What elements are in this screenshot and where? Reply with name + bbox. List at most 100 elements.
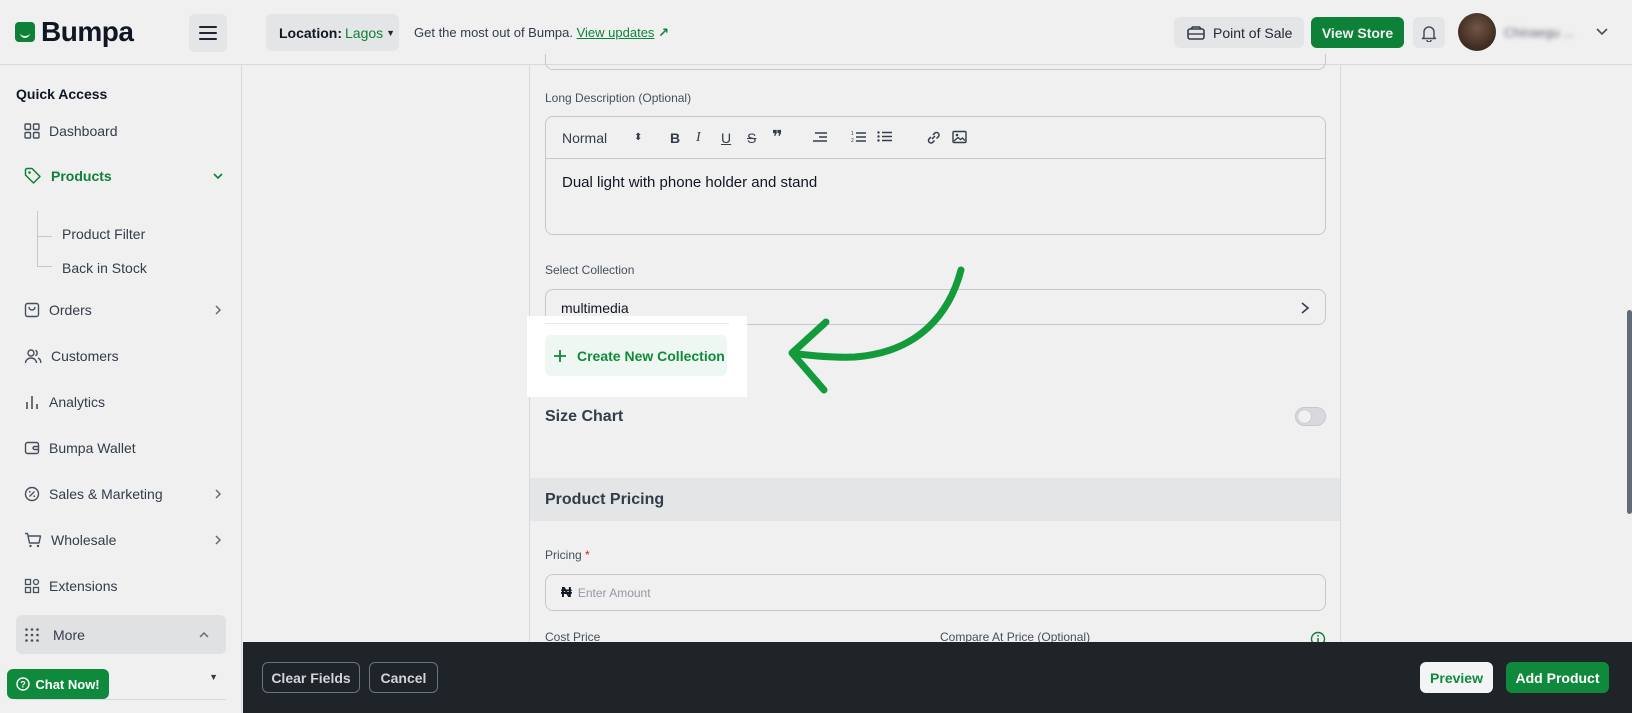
location-selector[interactable]: Location: Lagos ▼: [266, 14, 399, 51]
sidebar-item-label: Bumpa Wallet: [49, 440, 136, 456]
grid-dots-icon: [25, 628, 39, 642]
location-value: Lagos: [345, 24, 384, 41]
chevron-right-icon: [215, 489, 222, 499]
required-mark: *: [585, 548, 590, 562]
long-description-label: Long Description (Optional): [545, 91, 692, 105]
size-chart-label: Size Chart: [545, 408, 624, 425]
avatar[interactable]: [1458, 13, 1496, 51]
italic-icon[interactable]: I: [696, 130, 701, 146]
sidebar-item-extensions[interactable]: Extensions: [24, 574, 224, 598]
form-footer: Clear Fields Cancel Preview Add Product: [243, 642, 1632, 713]
cancel-button[interactable]: Cancel: [369, 662, 438, 693]
sidebar-item-label: Orders: [49, 302, 92, 318]
create-collection-highlight: Create New Collection: [527, 316, 747, 397]
cart-icon: [25, 532, 42, 548]
align-icon[interactable]: [813, 130, 827, 146]
plus-icon: [554, 349, 566, 362]
add-product-button[interactable]: Add Product: [1506, 662, 1609, 693]
sidebar-item-label: Dashboard: [49, 123, 118, 139]
sidebar-item-products[interactable]: Products: [24, 164, 224, 188]
tree-connector: [37, 211, 52, 267]
dashboard-icon: [24, 123, 40, 139]
sidebar-item-bumpa-wallet[interactable]: Bumpa Wallet: [24, 436, 224, 460]
long-description-editor: Normal ⬍ B I U S ❞ 12 Dual light with ph…: [545, 116, 1326, 235]
chevron-right-icon: [1301, 302, 1310, 314]
bullet-list-icon[interactable]: [877, 130, 892, 146]
view-updates-link[interactable]: View updates: [577, 25, 655, 40]
sidebar-item-analytics[interactable]: Analytics: [24, 390, 224, 414]
pricing-input[interactable]: ₦ Enter Amount: [545, 574, 1326, 611]
hamburger-menu-button[interactable]: [189, 14, 227, 52]
ordered-list-icon[interactable]: 12: [851, 130, 866, 146]
chevron-up-icon: [199, 631, 209, 638]
select-collection-label: Select Collection: [545, 263, 635, 277]
chevron-right-icon: [215, 535, 222, 545]
scrollbar-thumb[interactable]: [1627, 310, 1632, 514]
editor-toolbar: Normal ⬍ B I U S ❞ 12: [546, 117, 1325, 159]
format-select[interactable]: Normal: [562, 130, 607, 146]
sidebar-item-customers[interactable]: Customers: [24, 344, 224, 368]
chevron-down-icon[interactable]: [1595, 24, 1609, 38]
wallet-icon: [24, 441, 40, 455]
chat-now-label: Chat Now!: [35, 676, 100, 692]
create-new-collection-label: Create New Collection: [577, 347, 725, 364]
more-row: More: [24, 623, 210, 647]
help-circle-icon: ?: [16, 677, 31, 691]
sidebar-item-more[interactable]: More: [16, 615, 226, 654]
short-description-field[interactable]: [545, 54, 1326, 70]
naira-currency-icon: ₦: [561, 584, 572, 601]
users-icon: [24, 349, 42, 364]
arrow-up-right-icon: ↗: [658, 25, 669, 40]
user-name: Chinaegu ...: [1504, 25, 1575, 40]
view-store-button[interactable]: View Store: [1311, 17, 1404, 48]
pos-label: Point of Sale: [1213, 24, 1293, 41]
pricing-placeholder: Enter Amount: [577, 585, 651, 600]
point-of-sale-button[interactable]: Point of Sale: [1174, 17, 1304, 48]
bold-icon[interactable]: B: [670, 130, 680, 146]
pointer-arrow-icon: [788, 266, 965, 394]
extensions-icon: [24, 578, 40, 594]
chevron-right-icon: [215, 305, 222, 315]
sidebar-item-sales-marketing[interactable]: Sales & Marketing: [24, 482, 224, 506]
sidebar-item-wholesale[interactable]: Wholesale: [24, 528, 224, 552]
link-icon[interactable]: [926, 130, 941, 148]
sidebar-item-label: Customers: [51, 348, 119, 364]
sidebar: Quick Access Dashboard Products Product …: [0, 65, 242, 713]
format-select-caret-icon: ⬍: [634, 132, 643, 143]
chevron-down-icon: [213, 173, 223, 180]
underline-icon[interactable]: U: [721, 130, 731, 146]
quick-access-title: Quick Access: [16, 86, 108, 102]
create-new-collection-button[interactable]: Create New Collection: [545, 335, 727, 376]
sidebar-item-product-filter[interactable]: Product Filter: [62, 226, 145, 242]
chat-now-button[interactable]: ? Chat Now!: [7, 669, 109, 699]
svg-text:2: 2: [851, 138, 854, 143]
quote-icon[interactable]: ❞: [772, 127, 783, 148]
clear-fields-button[interactable]: Clear Fields: [262, 662, 360, 693]
product-pricing-header: Product Pricing: [530, 478, 1340, 521]
updates-banner: Get the most out of Bumpa. View updates …: [414, 25, 669, 41]
pricing-label: Pricing: [545, 548, 582, 562]
sidebar-item-label: Extensions: [49, 578, 118, 594]
percent-badge-icon: [24, 486, 40, 502]
bumpa-logo[interactable]: Bumpa: [15, 16, 134, 48]
strikethrough-icon[interactable]: S: [747, 130, 756, 146]
sidebar-item-back-in-stock[interactable]: Back in Stock: [62, 260, 147, 276]
notifications-button[interactable]: [1413, 17, 1445, 48]
sidebar-item-dashboard[interactable]: Dashboard: [24, 119, 224, 143]
tag-icon: [24, 167, 41, 184]
divider: [545, 323, 729, 324]
sidebar-item-label: Analytics: [49, 394, 106, 410]
sidebar-item-orders[interactable]: Orders: [24, 298, 224, 322]
preview-button[interactable]: Preview: [1420, 662, 1493, 693]
brand-name: Bumpa: [41, 16, 134, 47]
caret-down-icon: ▼: [209, 672, 218, 682]
collection-value: multimedia: [561, 300, 629, 316]
size-chart-toggle[interactable]: [1295, 407, 1326, 426]
svg-text:?: ?: [21, 680, 27, 690]
sidebar-item-label: Products: [51, 168, 112, 184]
image-icon[interactable]: [952, 130, 967, 147]
pos-icon: [1187, 25, 1205, 40]
long-description-text[interactable]: Dual light with phone holder and stand: [546, 159, 1325, 206]
pricing-label-row: Pricing *: [545, 548, 590, 562]
sidebar-item-label: Wholesale: [51, 532, 117, 548]
